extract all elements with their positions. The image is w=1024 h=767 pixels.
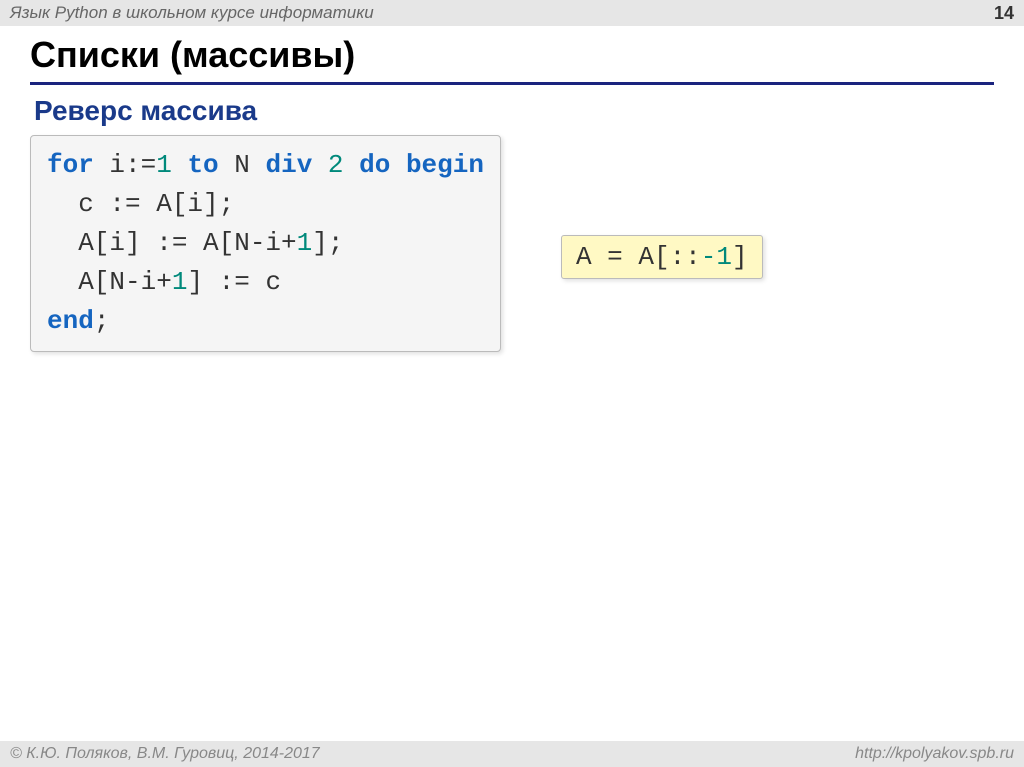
pascal-code-block: for i:=1 to N div 2 do begin c := A[i]; … xyxy=(30,135,501,352)
footer-bar: © К.Ю. Поляков, В.М. Гуровиц, 2014-2017 … xyxy=(0,741,1024,767)
page-number: 14 xyxy=(994,3,1014,24)
course-title: Язык Python в школьном курсе информатики xyxy=(10,3,374,23)
content-area: Списки (массивы) Реверс массива for i:=1… xyxy=(0,26,1024,352)
footer-url: http://kpolyakov.spb.ru xyxy=(855,745,1014,763)
copyright-text: © К.Ю. Поляков, В.М. Гуровиц, 2014-2017 xyxy=(10,745,320,763)
page-title: Списки (массивы) xyxy=(30,34,994,85)
kw-do: do xyxy=(359,150,390,180)
section-subtitle: Реверс массива xyxy=(34,95,994,127)
python-code-block: A = A[::-1] xyxy=(561,235,763,279)
kw-end: end xyxy=(47,306,94,336)
kw-for: for xyxy=(47,150,94,180)
code-comparison-row: for i:=1 to N div 2 do begin c := A[i]; … xyxy=(30,135,994,352)
kw-div: div xyxy=(265,150,312,180)
header-bar: Язык Python в школьном курсе информатики… xyxy=(0,0,1024,26)
kw-begin: begin xyxy=(406,150,484,180)
kw-to: to xyxy=(187,150,218,180)
